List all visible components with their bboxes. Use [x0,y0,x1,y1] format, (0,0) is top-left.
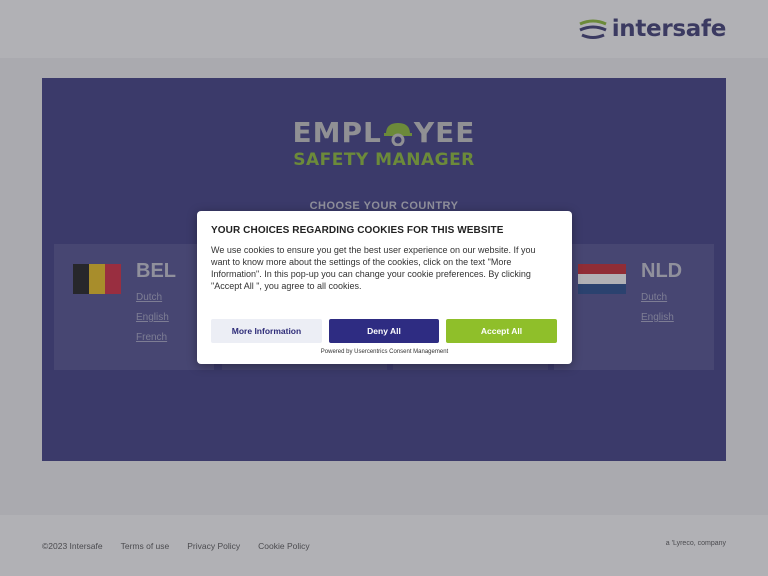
accept-all-button[interactable]: Accept All [446,319,557,343]
cookie-consent-dialog: YOUR CHOICES REGARDING COOKIES FOR THIS … [197,211,572,364]
dialog-title: YOUR CHOICES REGARDING COOKIES FOR THIS … [211,225,504,236]
deny-all-button[interactable]: Deny All [329,319,439,343]
more-information-button[interactable]: More Information [211,319,322,343]
powered-by-note: Powered by Usercentrics Consent Manageme… [320,349,449,355]
dialog-body: We use cookies to ensure you get the bes… [211,245,536,291]
